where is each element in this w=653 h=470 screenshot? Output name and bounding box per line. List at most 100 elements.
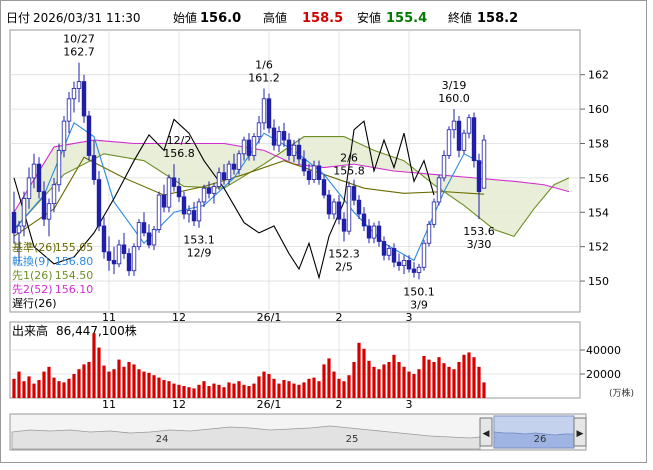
volume-bar	[327, 358, 331, 398]
annotation-date: 2/6	[340, 151, 358, 164]
candle-body-down	[341, 218, 347, 232]
volume-bar	[222, 387, 226, 398]
candle-body-up	[136, 222, 142, 248]
volume-bar	[212, 383, 216, 398]
volume-bar	[312, 377, 316, 398]
volume-bar	[112, 369, 116, 398]
volume-bar	[477, 366, 481, 398]
candle-body-down	[406, 260, 412, 270]
candle-body-up	[446, 129, 452, 156]
navigator-left-handle[interactable]: ◀	[479, 417, 493, 447]
candle-body-down	[301, 158, 307, 172]
date-tick-label: 2	[336, 398, 343, 411]
volume-bar	[162, 380, 166, 398]
range-navigator[interactable]: 24 25 26 ◀ ▶	[9, 413, 587, 451]
volume-bar	[442, 363, 446, 398]
high-label: 高値	[263, 10, 287, 25]
candle-body-down	[316, 165, 322, 180]
candle-body-down	[86, 115, 92, 156]
candle-body-down	[321, 179, 327, 196]
indicator-conversion-label: 転換(9)	[12, 255, 50, 268]
volume-bar	[367, 360, 371, 398]
volume-tick-label: 40000	[586, 344, 621, 357]
volume-bar	[292, 383, 296, 398]
navigator-right-handle[interactable]: ▶	[573, 417, 587, 447]
candle	[431, 198, 437, 228]
candle-body-up	[16, 225, 22, 234]
candle-body-down	[351, 186, 357, 201]
candle-body-up	[441, 155, 447, 179]
candle-body-up	[131, 246, 137, 272]
indicator-lagging-label: 遅行(26)	[12, 297, 57, 310]
price-tick-label: 156	[588, 172, 609, 185]
annotation-value: 153.6	[463, 225, 495, 238]
volume-unit: (万株)	[609, 387, 634, 399]
volume-bar	[277, 383, 281, 398]
open-value: 156.0	[200, 11, 241, 26]
candle-body-down	[161, 194, 167, 208]
price-tick-label: 160	[588, 103, 609, 116]
price-annotation: 10/27162.7	[63, 33, 95, 59]
candle-body-down	[366, 225, 372, 239]
volume-bar	[102, 365, 106, 398]
volume-bar	[232, 383, 236, 398]
candle-body-up	[196, 201, 202, 222]
candle-body-up	[156, 194, 162, 230]
volume-bar	[412, 374, 416, 398]
volume-bar	[462, 354, 466, 398]
candle-body-up	[56, 149, 62, 186]
candle	[436, 174, 442, 206]
navigator-left-arrow-icon[interactable]: ◀	[483, 429, 490, 439]
volume-bar	[42, 371, 46, 398]
candle-body-up	[331, 201, 337, 215]
annotation-value: 156.8	[163, 147, 195, 160]
volume-bar	[252, 383, 256, 398]
candle-body-up	[21, 198, 27, 227]
volume-bar	[32, 383, 36, 398]
candle-body-up	[51, 184, 57, 205]
annotation-date: 2/5	[335, 261, 353, 274]
volume-bar	[82, 364, 86, 398]
volume-bar	[67, 378, 71, 398]
candle	[481, 134, 487, 189]
indicator-lagging: 遅行(26)	[12, 297, 57, 310]
volume-bar	[402, 366, 406, 398]
candle-body-down	[336, 201, 342, 220]
candle-body-down	[476, 160, 482, 193]
candle	[81, 74, 87, 123]
volume-bar	[482, 382, 486, 398]
volume-bar	[467, 352, 471, 398]
volume-bar	[247, 386, 251, 398]
price-annotation: 12/2156.8	[163, 134, 195, 160]
candle	[96, 171, 102, 232]
candle-body-up	[31, 163, 37, 179]
volume-bar	[437, 357, 441, 398]
candle-body-up	[311, 165, 317, 180]
volume-bar	[77, 369, 81, 398]
candle-body-up	[211, 186, 217, 194]
volume-bar	[147, 372, 151, 398]
candle-body-up	[166, 177, 172, 208]
price-tick-label: 150	[588, 275, 609, 288]
candle-body-down	[356, 199, 362, 215]
candle-body-up	[256, 122, 262, 138]
volume-bar	[237, 381, 241, 398]
candle-body-down	[376, 225, 382, 242]
candle-body-down	[471, 117, 477, 162]
annotation-value: 160.0	[438, 92, 470, 105]
candle-body-up	[66, 98, 72, 122]
candle-body-up	[436, 177, 442, 203]
indicator-base: 基準(26) 155.05	[12, 240, 93, 254]
volume-bar	[187, 387, 191, 398]
candle-body-down	[231, 163, 237, 170]
volume-bar	[62, 382, 66, 398]
candle-body-up	[151, 229, 157, 246]
annotation-date: 12/9	[187, 247, 212, 260]
candle-body-up	[261, 98, 267, 124]
candle-body-down	[176, 186, 182, 198]
volume-bar	[172, 383, 176, 398]
candle-body-down	[326, 194, 332, 215]
volume-bar	[317, 381, 321, 398]
price-tick-label: 162	[588, 69, 609, 82]
navigator-right-arrow-icon[interactable]: ▶	[577, 429, 584, 439]
